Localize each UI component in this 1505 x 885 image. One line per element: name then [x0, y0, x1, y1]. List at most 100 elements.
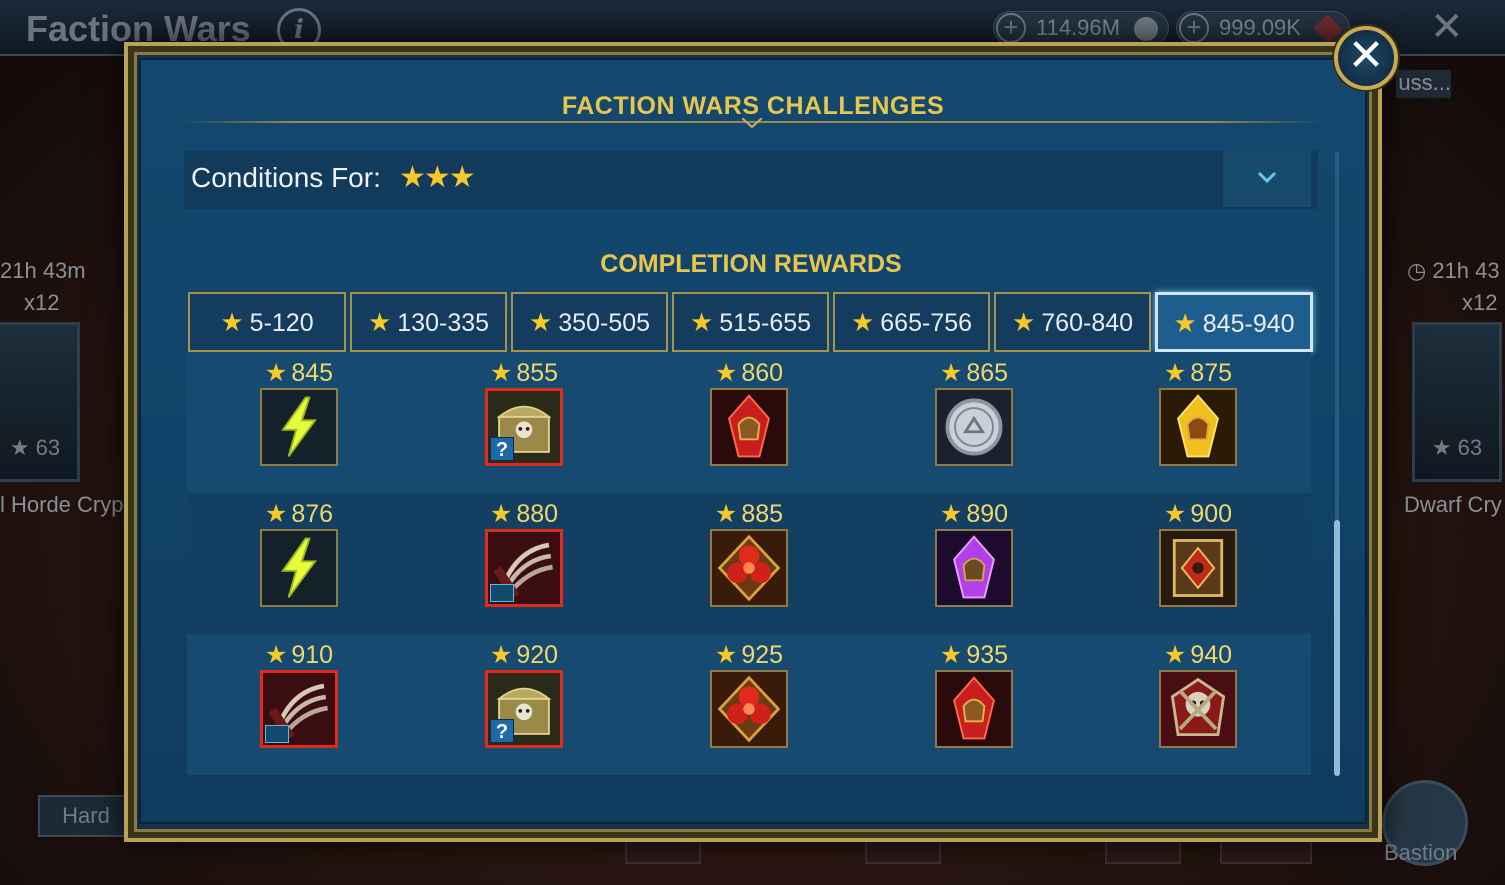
tab-515-655[interactable]: ★ 515-655	[672, 292, 829, 352]
reward-cell[interactable]: ★ 876	[239, 493, 359, 613]
reward-star-requirement: ★ 865	[914, 358, 1034, 388]
reward-star-value: 855	[516, 359, 559, 387]
gold-helmet-shard-icon[interactable]	[1159, 388, 1237, 466]
caret-down-icon	[742, 118, 762, 128]
right-crypt-name: Dwarf Cry	[1404, 492, 1502, 517]
tab-845-940[interactable]: ★ 845-940	[1155, 292, 1313, 352]
difficulty-button[interactable]: Hard	[38, 795, 134, 837]
reward-cell[interactable]: ★ 855 ?	[464, 352, 584, 472]
reward-star-requirement: ★ 925	[689, 640, 809, 670]
partial-label: uss...	[1396, 70, 1451, 98]
star-icon: ★	[939, 359, 963, 387]
reward-star-requirement: ★ 890	[914, 499, 1034, 529]
reward-cell[interactable]: ★ 875	[1138, 352, 1258, 472]
reward-star-requirement: ★ 885	[689, 499, 809, 529]
reward-star-value: 885	[741, 500, 784, 528]
right-crypt-banner[interactable]: ★ 63	[1412, 322, 1502, 482]
claw-artifact-icon[interactable]	[260, 670, 338, 748]
screen-close-icon[interactable]: ✕	[1430, 4, 1464, 50]
star-icon: ★	[689, 307, 714, 337]
gold-tome-icon[interactable]	[1159, 529, 1237, 607]
reward-cell[interactable]: ★ 925	[689, 634, 809, 754]
mystery-chest-icon[interactable]: ?	[485, 388, 563, 466]
right-crypt-keys: x12	[1462, 290, 1498, 315]
plus-icon[interactable]: +	[1179, 13, 1209, 43]
red-flower-potion-icon[interactable]	[710, 529, 788, 607]
star-icon: ★	[264, 641, 288, 669]
star-icon: ★	[939, 641, 963, 669]
tab-665-756[interactable]: ★ 665-756	[833, 292, 990, 352]
tab-5-120[interactable]: ★ 5-120	[188, 292, 346, 352]
silver-coin-icon[interactable]	[935, 388, 1013, 466]
reward-cell[interactable]: ★ 890	[914, 493, 1034, 613]
star-icon: ★	[489, 359, 513, 387]
left-crypt-timer: 21h 43m	[0, 258, 86, 283]
star-icon: ★	[367, 307, 392, 337]
star-icon: ★	[1011, 307, 1036, 337]
red-helmet-shard-icon[interactable]	[710, 388, 788, 466]
claw-artifact-icon[interactable]	[485, 529, 563, 607]
reward-star-requirement: ★ 935	[914, 640, 1034, 670]
reward-star-value: 890	[966, 500, 1009, 528]
reward-star-requirement: ★ 855	[464, 358, 584, 388]
reward-star-value: 910	[291, 641, 334, 669]
conditions-dropdown-button[interactable]	[1223, 151, 1311, 207]
star-icon: ★	[714, 641, 738, 669]
reward-cell[interactable]: ★ 920 ?	[464, 634, 584, 754]
tab-760-840[interactable]: ★ 760-840	[994, 292, 1151, 352]
tab-130-335[interactable]: ★ 130-335	[350, 292, 507, 352]
mystery-chest-icon[interactable]: ?	[485, 670, 563, 748]
reward-star-value: 900	[1190, 500, 1233, 528]
silver-resource[interactable]: + 114.96M	[993, 11, 1170, 45]
skull-crest-icon[interactable]	[1159, 670, 1237, 748]
left-crypt-banner[interactable]: ★ 63	[0, 322, 80, 482]
plus-icon[interactable]: +	[996, 13, 1026, 43]
star-icon: ★	[1163, 500, 1187, 528]
reward-cell[interactable]: ★ 885	[689, 493, 809, 613]
dialog-title: FACTION WARS CHALLENGES	[561, 92, 945, 120]
silver-coin-icon	[1134, 17, 1159, 42]
reward-star-requirement: ★ 860	[689, 358, 809, 388]
left-crypt-keys: x12	[24, 290, 60, 315]
artifact-set-icon	[265, 725, 289, 743]
red-flower-potion-icon[interactable]	[710, 670, 788, 748]
conditions-selector[interactable]: Conditions For: ★★★	[184, 151, 1318, 209]
reward-cell[interactable]: ★ 940	[1138, 634, 1258, 754]
reward-cell[interactable]: ★ 900	[1138, 493, 1258, 613]
reward-cell[interactable]: ★ 865	[914, 352, 1034, 472]
star-icon: ★	[850, 307, 875, 337]
gem-amount: 999.09K	[1219, 15, 1301, 40]
reward-star-value: 875	[1190, 359, 1233, 387]
reward-star-value: 925	[741, 641, 784, 669]
reward-star-value: 920	[516, 641, 559, 669]
reward-star-value: 940	[1190, 641, 1233, 669]
reward-star-value: 865	[966, 359, 1009, 387]
mystery-badge: ?	[490, 437, 514, 461]
red-helmet-shard-icon[interactable]	[935, 670, 1013, 748]
reward-cell[interactable]: ★ 910	[239, 634, 359, 754]
chevron-down-icon	[1257, 171, 1277, 184]
reward-cell[interactable]: ★ 880	[464, 493, 584, 613]
gem-resource[interactable]: + 999.09K	[1176, 11, 1351, 45]
purple-helmet-shard-icon[interactable]	[935, 529, 1013, 607]
scrollbar-thumb[interactable]	[1334, 520, 1340, 776]
reward-star-requirement: ★ 875	[1138, 358, 1258, 388]
energy-bolt-icon[interactable]	[260, 529, 338, 607]
star-icon: ★	[714, 500, 738, 528]
reward-cell[interactable]: ★ 860	[689, 352, 809, 472]
left-crypt-stars: ★ 63	[9, 435, 61, 460]
reward-cell[interactable]: ★ 845	[239, 352, 359, 472]
reward-star-requirement: ★ 880	[464, 499, 584, 529]
star-icon: ★	[714, 359, 738, 387]
rewards-title: COMPLETION REWARDS	[600, 250, 902, 278]
energy-bolt-icon[interactable]	[260, 388, 338, 466]
star-icon: ★	[939, 500, 963, 528]
reward-cell[interactable]: ★ 935	[914, 634, 1034, 754]
reward-star-requirement: ★ 845	[239, 358, 359, 388]
reward-star-requirement: ★ 876	[239, 499, 359, 529]
star-icon: ★	[489, 500, 513, 528]
reward-star-requirement: ★ 940	[1138, 640, 1258, 670]
close-button[interactable]: ✕	[1334, 26, 1398, 90]
tab-350-505[interactable]: ★ 350-505	[511, 292, 668, 352]
close-icon: ✕	[1347, 31, 1385, 80]
